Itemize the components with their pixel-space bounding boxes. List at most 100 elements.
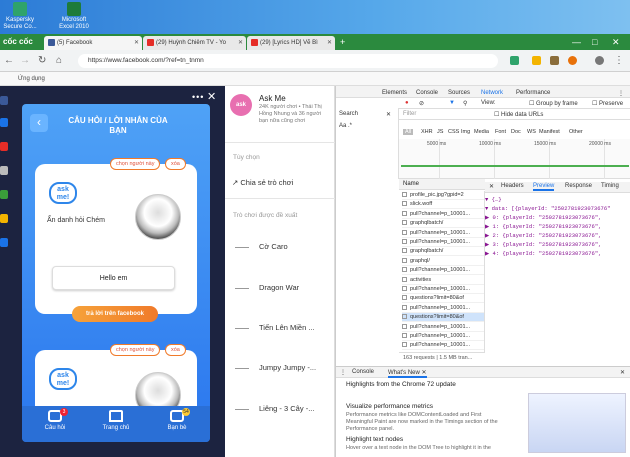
request-row[interactable]: questions?limit=80&of [402,313,484,323]
shortcut-icon[interactable] [0,238,8,247]
delete-button[interactable]: xóa [165,158,186,170]
json-line[interactable]: ▶ 0: {playerId: "2502781923073676", [485,214,601,223]
back-icon[interactable]: ← [4,54,14,68]
type-other[interactable]: Other [569,129,583,135]
reply-on-facebook-button[interactable]: trả lời trên facebook [72,306,158,322]
extension-icon[interactable] [550,56,559,65]
suggested-game-item[interactable]: Jumpy Jumpy -... [235,363,330,372]
suggested-game-item[interactable]: Dragon War [235,283,330,292]
shortcut-icon[interactable] [0,214,8,223]
tab-headers[interactable]: Headers [501,183,524,189]
tab-console[interactable]: Console [416,90,438,96]
json-line[interactable]: ▼ data: [{playerId: "2502781923073676" [485,205,610,214]
coccoc-logo[interactable]: cốc cốc [3,36,41,48]
back-button[interactable]: ‹ [30,114,48,132]
request-row[interactable]: pull?channel=p_10001... [402,304,484,313]
maximize-button[interactable]: □ [592,36,597,48]
minimize-button[interactable]: — [572,36,581,48]
request-row[interactable]: pull?channel=p_10001... [402,341,484,351]
tab-youtube-1[interactable]: (29) Huỳnh Chiêm TV - Yo ✕ [143,36,246,50]
json-line[interactable]: ▶ 1: {playerId: "2502781923073676", [485,223,601,232]
tab-youtube-2[interactable]: (29) [Lyrics HD] Vẽ Bì ✕ [247,36,335,50]
tab-response[interactable]: Response [565,183,592,189]
name-column-header[interactable]: Name [399,179,485,190]
search-options[interactable]: Aa .* [339,123,352,129]
profile-icon[interactable] [595,56,604,65]
share-game-link[interactable]: ↗ Chia sẻ trò chơi [232,178,293,187]
type-doc[interactable]: Doc [511,129,521,135]
new-tab-button[interactable]: + [340,36,345,48]
tab-console-drawer[interactable]: Console [352,369,374,375]
preserve-log-checkbox[interactable]: ☐ Preserve [592,100,623,107]
footer-friends[interactable]: 54 Bạn bè [152,408,202,431]
suggested-game-item[interactable]: Cờ Caro [235,242,330,251]
request-row[interactable]: pull?channel=p_10001... [402,332,484,341]
reload-icon[interactable]: ↻ [38,54,46,68]
type-ws[interactable]: WS [527,129,536,135]
desktop-icon-kaspersky[interactable]: Kaspersky Secure Co... [0,2,40,32]
shortcut-icon[interactable] [0,166,8,175]
tab-network[interactable]: Network [481,90,503,96]
extension-icon[interactable] [532,56,541,65]
shortcut-icon[interactable] [0,142,8,151]
network-timeline-overview[interactable]: 5000 ms 10000 ms 15000 ms 20000 ms [399,139,630,179]
footer-questions[interactable]: 3 Câu hỏi [30,408,80,431]
close-details-icon[interactable]: ✕ [489,183,494,190]
request-row[interactable]: pull?channel=p_10001... [402,238,484,247]
devtools-menu-icon[interactable]: ⋮ [618,90,624,97]
url-input[interactable]: https://www.facebook.com/?ref=tn_tnmn [78,54,498,68]
suggested-game-item[interactable]: Liêng - 3 Cây -... [235,404,330,413]
request-row[interactable]: graphql/ [402,257,484,266]
type-manifest[interactable]: Manifest [539,129,560,135]
tab-preview[interactable]: Preview [533,183,555,191]
choose-person-button[interactable]: chọn người này [110,344,161,356]
json-line[interactable]: ▶ 3: {playerId: "2502781923073676", [485,241,601,250]
type-xhr[interactable]: XHR [421,129,433,135]
search-icon[interactable]: ⚲ [463,100,467,107]
facebook-icon[interactable] [0,96,8,105]
tab-performance[interactable]: Performance [516,90,550,96]
record-icon[interactable]: ● [405,100,409,106]
json-line[interactable]: ▼ {…} [485,196,502,205]
type-media[interactable]: Media [474,129,489,135]
json-line[interactable]: ▶ 4: {playerId: "2502781923073676", [485,250,601,259]
request-row[interactable]: graphqlbatch/ [402,247,484,257]
shortcut-icon[interactable] [0,190,8,199]
request-row[interactable]: profile_pic.jpg?gpid=2 [402,191,484,200]
close-drawer-icon[interactable]: ✕ [620,369,625,376]
desktop-icon-excel[interactable]: Microsoft Excel 2010 [54,2,94,32]
messenger-icon[interactable] [0,118,8,127]
filter-input[interactable]: Filter [403,111,416,117]
request-row[interactable]: pull?channel=p_10001... [402,229,484,238]
apps-bookmark[interactable]: Ứng dụng [18,76,45,82]
tab-facebook[interactable]: (5) Facebook ✕ [44,36,142,50]
json-line[interactable]: ▶ 2: {playerId: "2502781923073676", [485,232,601,241]
feature-title[interactable]: Highlight text nodes [346,436,516,444]
type-img[interactable]: Img [461,129,470,135]
request-row[interactable]: pull?channel=p_10001... [402,323,484,332]
type-js[interactable]: JS [437,129,443,135]
drawer-menu-icon[interactable]: ⋮ [340,369,346,376]
menu-icon[interactable]: ⋮ [614,54,624,68]
choose-person-button[interactable]: chọn người này [110,158,161,170]
tab-close-icon[interactable]: ✕ [134,36,139,50]
clear-icon[interactable]: ⊘ [419,100,424,107]
close-window-button[interactable]: ✕ [612,36,620,48]
close-game-icon[interactable]: ✕ [207,90,216,103]
json-preview[interactable]: ▼ {…} ▼ data: [{playerId: "2502781923073… [485,194,630,364]
request-row[interactable]: graphqlbatch/ [402,219,484,229]
type-font[interactable]: Font [495,129,506,135]
tab-timing[interactable]: Timing [601,183,619,189]
download-icon[interactable] [510,56,519,65]
tab-sources[interactable]: Sources [448,90,470,96]
app-name[interactable]: Ask Me [259,94,286,103]
coccoc-extension-icon[interactable] [568,56,577,65]
footer-home[interactable]: Trang chủ [91,410,141,431]
close-search-icon[interactable]: ✕ [386,111,391,118]
delete-button[interactable]: xóa [165,344,186,356]
suggested-game-item[interactable]: Tiến Lên Miền ... [235,323,330,332]
request-row[interactable]: questions?limit=80&of [402,294,484,304]
group-by-frame-checkbox[interactable]: ☐ Group by frame [529,100,578,107]
hide-data-urls-checkbox[interactable]: ☐ Hide data URLs [494,111,543,118]
request-row[interactable]: slick.woff [402,200,484,210]
